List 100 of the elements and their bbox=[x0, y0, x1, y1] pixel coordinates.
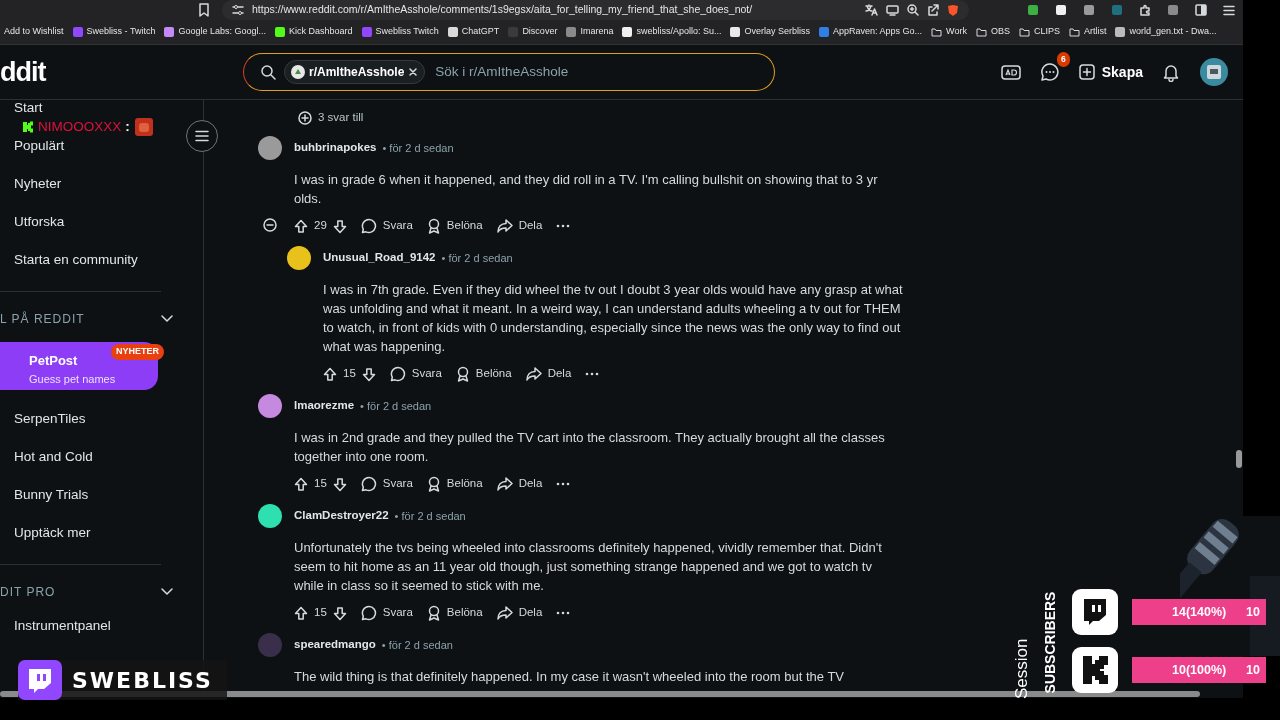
more-replies-link[interactable]: 3 svar till bbox=[258, 106, 364, 130]
reply-button[interactable]: Svara bbox=[389, 365, 442, 383]
bookmark[interactable]: AppRaven: Apps Go... bbox=[819, 25, 923, 39]
chat-username: NIMOOOXXX bbox=[38, 118, 122, 136]
bookmark[interactable]: Kick Dashboard bbox=[274, 25, 353, 39]
goal-target: 10 bbox=[1246, 661, 1260, 679]
community-chip[interactable]: r/AmItheAsshole bbox=[284, 60, 426, 84]
nav-item[interactable]: Nyheter bbox=[0, 165, 189, 203]
comment-text: I was in 2nd grade and they pulled the TV cart into the classroom. They actually brought all the classes together into one room. bbox=[294, 429, 886, 466]
bookmark[interactable]: Swebliss - Twitch bbox=[72, 25, 156, 39]
downvote-button[interactable] bbox=[332, 476, 347, 492]
vote-count: 29 bbox=[314, 218, 327, 234]
profile-avatar[interactable] bbox=[1197, 55, 1231, 89]
more-button[interactable] bbox=[556, 482, 571, 486]
shield-icon bbox=[947, 3, 959, 17]
ad-icon bbox=[999, 63, 1022, 81]
award-button[interactable]: Belöna bbox=[455, 365, 512, 383]
kick-icon bbox=[22, 121, 34, 134]
bookmark[interactable]: CLIPS bbox=[1018, 25, 1060, 39]
username-link[interactable]: buhbrinapokes bbox=[294, 139, 377, 157]
upvote-button[interactable] bbox=[323, 366, 337, 382]
reply-button[interactable]: Svara bbox=[360, 604, 413, 622]
downvote-icon bbox=[361, 366, 376, 382]
bookmark[interactable]: Add to Wishlist bbox=[4, 25, 64, 39]
more-button[interactable] bbox=[556, 611, 571, 615]
username-link[interactable]: lmaorezme bbox=[294, 397, 355, 415]
vote-count: 15 bbox=[343, 366, 356, 382]
bookmark[interactable]: Swebliss Twitch bbox=[361, 25, 439, 39]
goal-label: SUBSCRIBERS bbox=[1041, 591, 1060, 694]
bookmark[interactable]: Google Labs: Googl... bbox=[164, 25, 266, 39]
nav-item[interactable]: Starta en community bbox=[0, 241, 189, 279]
award-button[interactable]: Belöna bbox=[426, 475, 483, 493]
bookmark[interactable]: ChatGPT bbox=[447, 25, 500, 39]
downvote-button[interactable] bbox=[361, 366, 376, 382]
downvote-icon bbox=[332, 476, 347, 492]
bookmark[interactable]: Overlay Serbliss bbox=[730, 25, 810, 39]
reply-button[interactable]: Svara bbox=[360, 217, 413, 235]
upvote-button[interactable] bbox=[294, 605, 308, 621]
folder-icon bbox=[931, 27, 943, 37]
section-heading: L PÅ REDDIT bbox=[0, 310, 85, 328]
translate-icon bbox=[865, 4, 878, 16]
nav-item[interactable]: Utforska bbox=[0, 203, 189, 241]
menu-button[interactable] bbox=[186, 120, 218, 152]
bookmark[interactable]: Discover bbox=[508, 25, 558, 39]
bookmark-button[interactable] bbox=[196, 1, 212, 19]
bookmark[interactable]: Work bbox=[931, 25, 967, 39]
menu-icon bbox=[1223, 4, 1235, 16]
folder-icon bbox=[975, 27, 987, 37]
reply-button[interactable]: Svara bbox=[360, 475, 413, 493]
share-icon bbox=[927, 4, 939, 16]
username-link[interactable]: spearedmango bbox=[294, 636, 376, 654]
scrollbar-thumb[interactable] bbox=[1236, 450, 1242, 468]
downvote-button[interactable] bbox=[332, 605, 347, 621]
share-button[interactable]: Dela bbox=[496, 217, 543, 235]
bookmark[interactable]: Imarena bbox=[566, 25, 614, 39]
game-item[interactable]: SerpenTiles bbox=[0, 400, 189, 438]
zoom-icon bbox=[907, 4, 919, 16]
share-icon bbox=[496, 606, 513, 620]
award-button[interactable]: Belöna bbox=[426, 217, 483, 235]
share-button[interactable]: Dela bbox=[496, 475, 543, 493]
address-bar[interactable]: https://www.reddit.com/r/AmItheAsshole/comments/1s9egsx/aita_for_telling_my_friend_that_she_does_not/ bbox=[222, 0, 969, 20]
upvote-button[interactable] bbox=[294, 218, 308, 234]
create-button[interactable]: Skapa bbox=[1075, 59, 1145, 85]
plus-icon bbox=[1077, 63, 1096, 81]
upvote-button[interactable] bbox=[294, 476, 308, 492]
game-item[interactable]: Bunny Trials bbox=[0, 476, 189, 514]
more-button[interactable] bbox=[556, 224, 571, 228]
share-button[interactable]: Dela bbox=[525, 365, 572, 383]
extension-icon bbox=[1055, 4, 1067, 16]
bookmark[interactable]: Artlist bbox=[1068, 25, 1107, 39]
award-icon bbox=[426, 476, 441, 492]
bookmark[interactable]: swebliss/Apollo: Su... bbox=[622, 25, 722, 39]
downvote-icon bbox=[332, 605, 347, 621]
vote-count: 15 bbox=[314, 605, 327, 621]
comment-text: I was in 7th grade. Even if they did wheel the tv out I doubt 3 year olds would have any grasp at what was unfolding and what it meant. In a weird way, I can understand adults wheeling a tv out for THEM to watch, in front of kids with 0 understanding, especially since the news was the only way to find out what was happening. bbox=[323, 281, 904, 356]
channel-name: SWEBLISS bbox=[72, 666, 213, 695]
url-text: https://www.reddit.com/r/AmItheAsshole/comments/1s9egsx/aita_for_telling_my_friend_that_she_does_not/ bbox=[252, 2, 754, 18]
extension-icon bbox=[1083, 4, 1095, 16]
share-button[interactable]: Dela bbox=[496, 604, 543, 622]
comment-text: I was in grade 6 when it happened, and they did roll in a TV. I'm calling bullshit on showing that to 3 yr olds. bbox=[294, 171, 879, 208]
goal-count: 14(140%) bbox=[1172, 603, 1227, 621]
minus-icon bbox=[263, 218, 277, 232]
collapse-button[interactable] bbox=[263, 218, 277, 232]
search-field[interactable]: r/AmItheAsshole Sök i r/AmItheAsshole bbox=[243, 53, 775, 91]
award-button[interactable]: Belöna bbox=[426, 604, 483, 622]
nav-item[interactable]: Instrumentpanel bbox=[0, 607, 189, 645]
downvote-icon bbox=[332, 218, 347, 234]
bookmark[interactable]: world_gen.txt - Dwa... bbox=[1115, 25, 1217, 39]
bookmark[interactable]: OBS bbox=[975, 25, 1010, 39]
vote-count: 15 bbox=[314, 476, 327, 492]
downvote-button[interactable] bbox=[332, 218, 347, 234]
comment-icon bbox=[360, 605, 377, 621]
game-item[interactable]: Hot and Cold bbox=[0, 438, 189, 476]
game-item[interactable]: Upptäck mer bbox=[0, 514, 189, 552]
username-link[interactable]: Unusual_Road_9142 bbox=[323, 249, 436, 267]
logo-text[interactable]: ddit bbox=[0, 51, 243, 93]
username-link[interactable]: ClamDestroyer22 bbox=[294, 507, 389, 525]
kick-icon bbox=[1080, 654, 1110, 686]
folder-icon bbox=[1068, 27, 1080, 37]
more-button[interactable] bbox=[585, 372, 600, 376]
